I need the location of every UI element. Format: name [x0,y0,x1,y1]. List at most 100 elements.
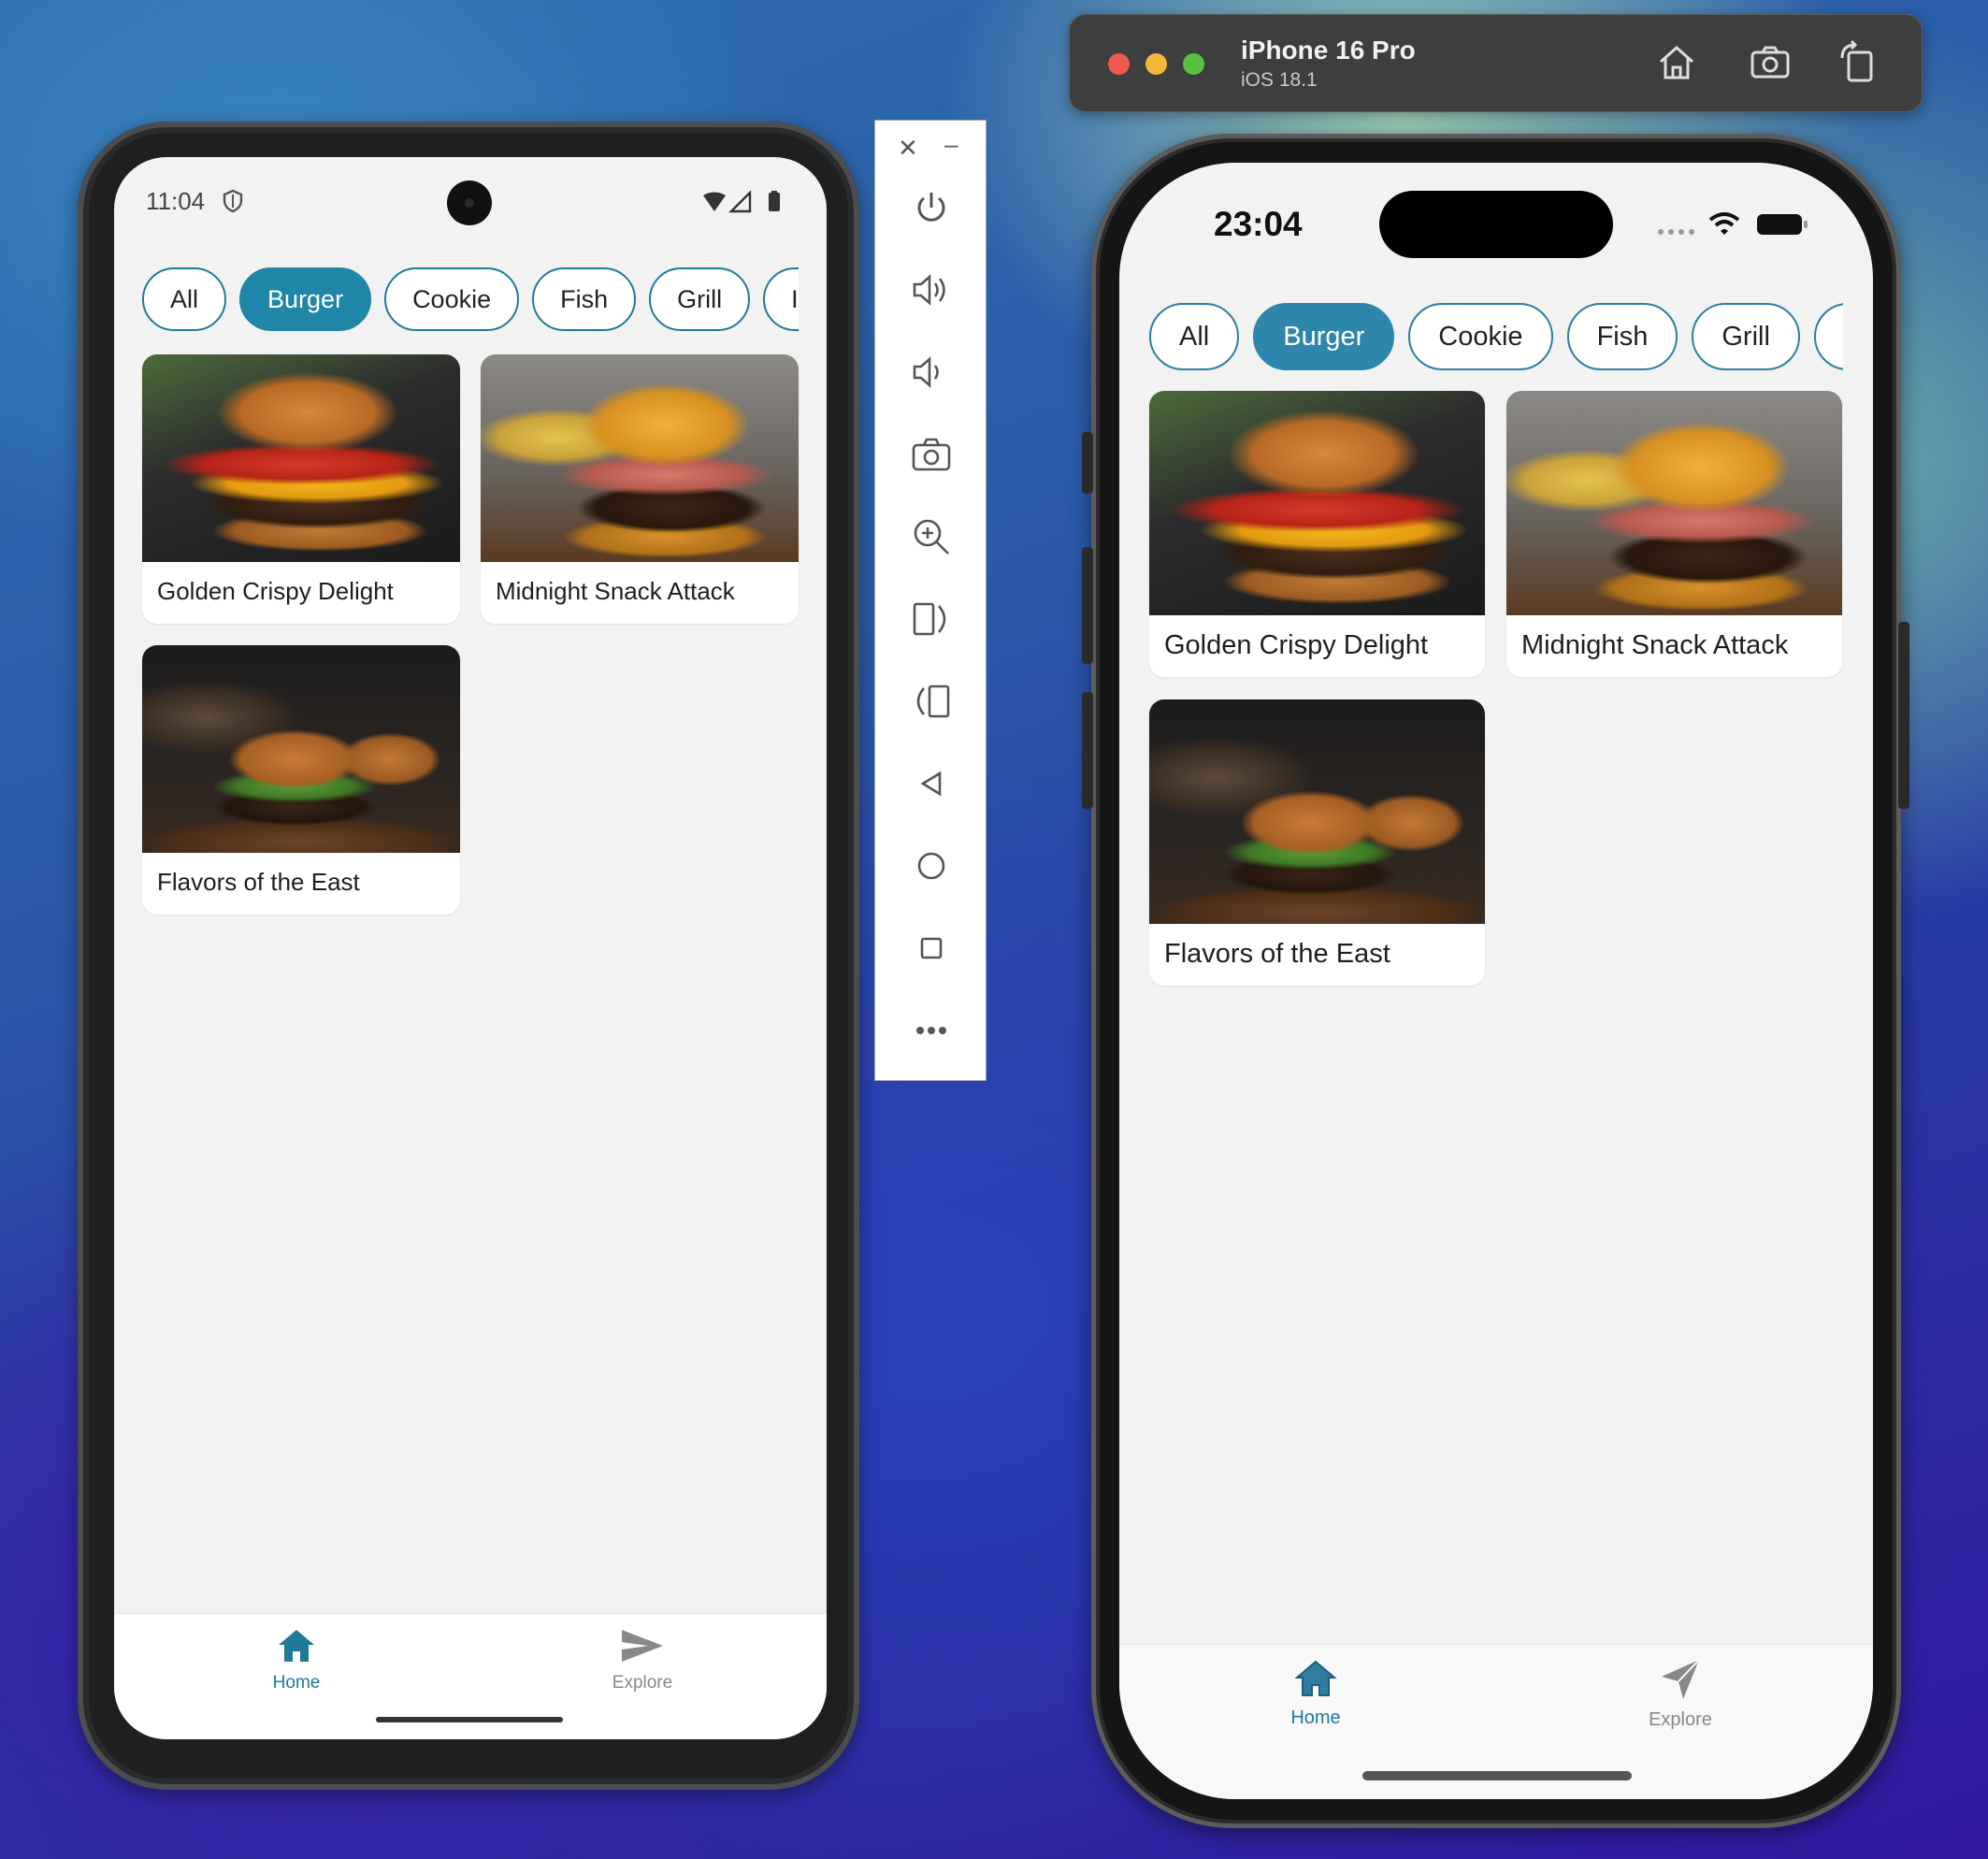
more-button[interactable] [903,1002,959,1059]
more-icon [916,1027,946,1034]
nav-explore[interactable]: Explore [582,1627,703,1693]
recipe-image [142,645,460,853]
screenshot-button[interactable] [903,426,959,483]
recipe-card[interactable]: Flavors of the East [142,645,460,915]
nav-home-label: Home [272,1673,321,1693]
home-icon [1660,45,1693,79]
simulator-os-version: iOS 18.1 [1241,69,1318,91]
category-chips: All Burger Cookie Fish Grill Ice [142,267,799,331]
home-icon [1294,1660,1337,1696]
zoom-button[interactable] [903,509,959,565]
back-icon [920,771,942,797]
rotate-icon [1840,39,1873,82]
volume-up-button[interactable] [903,262,959,318]
volume-down-icon [913,356,939,388]
nav-home[interactable]: Home [236,1627,357,1693]
nav-explore-label: Explore [612,1673,673,1693]
camera-icon [912,438,951,471]
recipe-card[interactable]: Golden Crispy Delight [142,354,460,624]
recipe-title: Golden Crispy Delight [157,577,394,605]
chip-cookie[interactable]: Cookie [384,267,520,331]
recipe-card[interactable]: Golden Crispy Delight [1149,391,1485,677]
power-button[interactable] [903,180,959,236]
action-button [1082,432,1093,494]
rotate-left-button[interactable] [903,591,959,647]
home-icon [279,1630,314,1662]
recipe-image [1506,391,1842,615]
paper-plane-icon [1662,1659,1700,1699]
status-icons [703,191,780,213]
sim-home-button[interactable] [1653,39,1700,86]
home-button[interactable] [903,838,959,894]
chip-burger[interactable]: Burger [1253,303,1395,370]
overview-button[interactable] [903,920,959,976]
zoom-window-button[interactable] [1183,53,1204,75]
category-chips: All Burger Cookie Fish Grill Ic [1149,303,1843,370]
recipe-image [142,354,460,562]
close-icon[interactable]: ✕ [898,134,918,163]
rotate-right-button[interactable] [903,673,959,729]
recipe-image [1149,391,1485,615]
chip-fish[interactable]: Fish [1566,303,1678,370]
ios-screen: 23:04 All Burger Cookie Fish Grill Ic Go… [1119,163,1873,1799]
chip-grill[interactable]: Grill [1692,303,1800,370]
recipe-card[interactable]: Midnight Snack Attack [481,354,799,624]
side-button [1898,622,1909,809]
sim-rotate-button[interactable] [1835,39,1881,86]
gesture-bar[interactable] [376,1717,563,1722]
overview-icon [920,937,943,959]
wifi-icon [1708,212,1740,235]
minimize-icon[interactable]: – [944,130,958,159]
wifi-icon [703,192,726,211]
send-icon [622,1630,663,1662]
recipe-title: Flavors of the East [1164,939,1390,969]
chip-all[interactable]: All [1149,303,1240,370]
sim-screenshot-button[interactable] [1747,39,1794,86]
home-indicator[interactable] [1362,1771,1632,1780]
power-icon [917,193,945,222]
emulator-toolbar: ✕ – [874,120,987,1081]
zoom-icon [914,519,949,555]
recipe-title: Golden Crispy Delight [1164,630,1429,660]
shield-icon [223,189,243,213]
signal-icon [728,191,752,213]
simulator-device-name: iPhone 16 Pro [1241,36,1416,65]
back-button[interactable] [903,756,959,812]
recipe-card[interactable]: Midnight Snack Attack [1506,391,1842,677]
screenshot-icon [1750,46,1790,79]
chip-burger[interactable]: Burger [239,267,372,331]
chip-fish[interactable]: Fish [532,267,637,331]
simulator-title-bar: iPhone 16 Pro iOS 18.1 [1069,14,1923,112]
volume-up-hardware [1082,547,1093,664]
recipe-card[interactable]: Flavors of the East [1149,699,1485,986]
tab-explore[interactable]: Explore [1624,1658,1736,1731]
status-time: 23:04 [1214,205,1303,243]
recipe-title: Midnight Snack Attack [496,577,735,605]
minimize-window-button[interactable] [1145,53,1167,75]
tab-explore-label: Explore [1649,1709,1712,1730]
front-camera [447,180,492,225]
rotate-right-icon [916,685,950,718]
chip-cookie[interactable]: Cookie [1408,303,1553,370]
chip-grill[interactable]: Grill [649,267,751,331]
recipe-title: Midnight Snack Attack [1521,630,1789,660]
recipe-image [481,354,799,562]
dynamic-island [1379,191,1613,258]
chip-all[interactable]: All [142,267,227,331]
close-window-button[interactable] [1108,53,1130,75]
signal-icon [1658,229,1694,235]
battery-icon [769,193,780,211]
tab-home-label: Home [1290,1708,1341,1728]
volume-down-button[interactable] [903,344,959,400]
chip-ice[interactable]: Ice [763,267,799,331]
volume-down-hardware [1082,692,1093,809]
rotate-left-icon [913,602,946,636]
recipe-title: Flavors of the East [157,868,360,896]
home-circle-icon [917,852,945,880]
android-screen: 11:04 All Burger Cookie Fish Grill Ice G… [114,157,827,1739]
recipe-image [1149,699,1485,924]
battery-icon [1757,214,1808,235]
tab-home[interactable]: Home [1260,1658,1372,1729]
volume-up-icon [913,274,945,306]
chip-ice[interactable]: Ic [1813,303,1843,370]
